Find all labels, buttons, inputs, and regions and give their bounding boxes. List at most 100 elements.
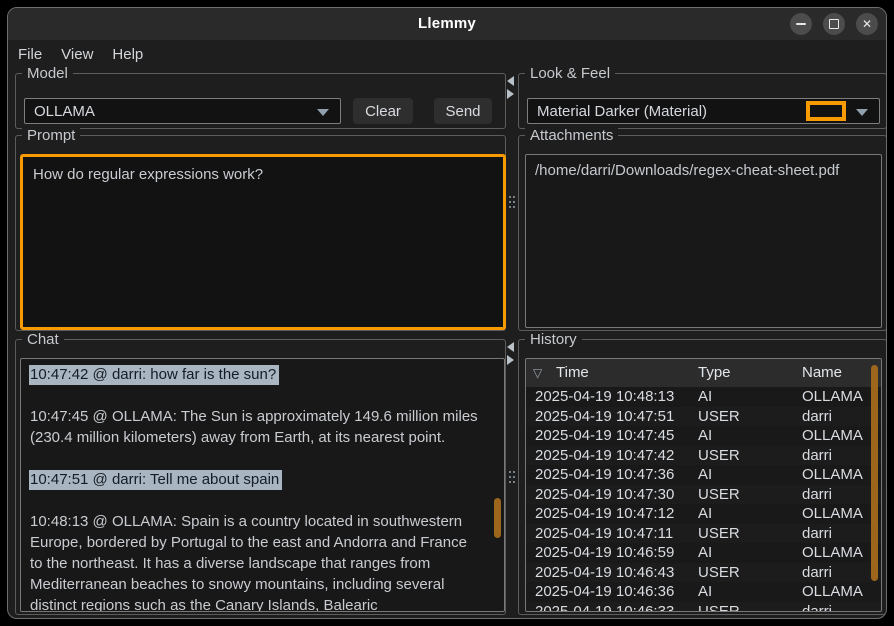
history-column-type[interactable]: Type [698, 359, 731, 387]
history-row[interactable]: 2025-04-19 10:47:51 USER darri [526, 407, 881, 427]
history-cell-time: 2025-04-19 10:47:30 [535, 485, 674, 505]
model-select[interactable]: OLLAMA [24, 98, 341, 124]
collapse-right-icon[interactable] [507, 355, 514, 365]
chat-message[interactable]: 10:48:13 @ OLLAMA: Spain is a country lo… [30, 511, 478, 612]
history-cell-name: darri [802, 446, 832, 466]
minimize-icon [796, 23, 806, 25]
splitter-grip-icon [509, 196, 511, 198]
splitter-collapse-arrows [507, 76, 514, 99]
history-row[interactable]: 2025-04-19 10:47:12AIOLLAMA [526, 504, 881, 524]
history-cell-type: USER [698, 563, 740, 583]
history-cell-time: 2025-04-19 10:47:12 [535, 504, 674, 524]
history-cell-name: darri [802, 563, 832, 583]
maximize-icon [829, 19, 839, 29]
history-table: ▽ Time Type Name 2025-04-19 10:48:13 AI OL… [525, 358, 882, 612]
history-group: History ▽ Time Type Name 2025-04-19 10:4… [518, 339, 887, 615]
minimize-button[interactable] [790, 13, 812, 35]
collapse-left-icon[interactable] [507, 342, 514, 352]
attachments-group-label: Attachments [525, 127, 618, 144]
titlebar[interactable]: Llemmy ✕ [8, 8, 886, 40]
history-column-name[interactable]: Name [802, 359, 842, 387]
history-cell-name: darri [802, 485, 832, 505]
history-row[interactable]: 2025-04-19 10:46:59AIOLLAMA [526, 543, 881, 563]
history-cell-type: USER [698, 446, 740, 466]
history-cell-type: USER [698, 524, 740, 544]
prompt-input[interactable]: How do regular expressions work? [20, 154, 506, 330]
window-controls: ✕ [790, 13, 878, 35]
chat-message[interactable]: 10:47:42 @ darri: how far is the sun? [30, 364, 478, 385]
history-cell-time: 2025-04-19 10:47:11 [535, 524, 673, 544]
chat-group: Chat 10:47:42 @ darri: how far is the su… [15, 339, 506, 615]
chat-messages: 10:47:42 @ darri: how far is the sun? 10:… [21, 359, 504, 612]
history-column-time[interactable]: Time [556, 359, 589, 387]
splitter-collapse-arrows [507, 342, 514, 365]
history-scrollbar-thumb[interactable] [871, 365, 878, 581]
splitter-grip-icon [509, 471, 511, 473]
prompt-group-label: Prompt [22, 127, 80, 144]
chat-message[interactable]: 10:47:45 @ OLLAMA: The Sun is approximat… [30, 406, 478, 448]
history-cell-time: 2025-04-19 10:46:59 [535, 543, 674, 563]
attachment-item[interactable]: /home/darri/Downloads/regex-cheat-sheet.… [526, 155, 881, 181]
send-button[interactable]: Send [434, 98, 492, 124]
window-title: Llemmy [8, 8, 886, 40]
bottom-splitter-handle[interactable] [506, 339, 518, 615]
history-cell-type: USER [698, 485, 740, 505]
history-group-label: History [525, 331, 582, 348]
history-cell-time: 2025-04-19 10:46:43 [535, 563, 674, 583]
top-splitter-handle[interactable] [506, 73, 518, 331]
attachments-list[interactable]: /home/darri/Downloads/regex-cheat-sheet.… [525, 154, 882, 328]
history-row[interactable]: 2025-04-19 10:47:36AIOLLAMA [526, 465, 881, 485]
history-cell-type: AI [698, 426, 712, 446]
close-button[interactable]: ✕ [856, 13, 878, 35]
history-cell-name: OLLAMA [802, 426, 863, 446]
history-cell-name: darri [802, 407, 832, 427]
look-and-feel-select[interactable]: Material Darker (Material) [527, 98, 880, 124]
history-cell-time: 2025-04-19 10:47:42 [535, 446, 674, 466]
history-row[interactable]: 2025-04-19 10:47:45 AI OLLAMA [526, 426, 881, 446]
model-selected-value: OLLAMA [25, 103, 95, 120]
menu-view[interactable]: View [61, 46, 93, 63]
chevron-down-icon [856, 109, 868, 116]
maximize-button[interactable] [823, 13, 845, 35]
menu-file[interactable]: File [18, 46, 42, 63]
history-cell-name: OLLAMA [802, 387, 863, 407]
look-and-feel-group: Look & Feel Material Darker (Material) [518, 73, 887, 129]
chat-scrollbar-thumb[interactable] [494, 498, 501, 538]
collapse-left-icon[interactable] [507, 76, 514, 86]
chat-log[interactable]: 10:47:42 @ darri: how far is the sun? 10:… [20, 358, 505, 612]
menu-help[interactable]: Help [112, 46, 143, 63]
history-row[interactable]: 2025-04-19 10:46:43 USER darri [526, 563, 881, 583]
history-row[interactable]: 2025-04-19 10:46:36 AI OLLAMA [526, 582, 881, 602]
history-row[interactable]: 2025-04-19 10:47:42 USER darri [526, 446, 881, 466]
history-cell-name: OLLAMA [802, 543, 863, 563]
focus-highlight [806, 101, 846, 121]
history-row[interactable]: 2025-04-19 10:48:13 AI OLLAMA [526, 387, 881, 407]
close-icon: ✕ [862, 18, 872, 30]
history-cell-time: 2025-04-19 10:48:13 [535, 387, 674, 407]
menubar: File View Help [8, 40, 886, 68]
chat-group-label: Chat [22, 331, 64, 348]
history-cell-type: USER [698, 602, 740, 613]
collapse-right-icon[interactable] [507, 89, 514, 99]
history-cell-time: 2025-04-19 10:47:51 [535, 407, 674, 427]
look-and-feel-selected-value: Material Darker (Material) [528, 103, 707, 120]
history-row[interactable]: 2025-04-19 10:47:30 USER darri [526, 485, 881, 505]
chat-message[interactable]: 10:47:51 @ darri: Tell me about spain [30, 469, 478, 490]
history-row[interactable]: 2025-04-19 10:46:33USERdarri [526, 602, 881, 613]
look-and-feel-group-label: Look & Feel [525, 65, 615, 82]
history-cell-name: darri [802, 602, 832, 613]
history-cell-name: OLLAMA [802, 582, 863, 602]
chevron-down-icon [317, 109, 329, 116]
history-cell-type: AI [698, 582, 712, 602]
sort-descending-icon[interactable]: ▽ [533, 359, 542, 387]
app-window: Llemmy ✕ File View Help Model OLLAMA Cle… [7, 7, 887, 619]
history-cell-type: AI [698, 387, 712, 407]
clear-button[interactable]: Clear [353, 98, 413, 124]
history-cell-type: USER [698, 407, 740, 427]
history-row[interactable]: 2025-04-19 10:47:11USERdarri [526, 524, 881, 544]
model-group-label: Model [22, 65, 73, 82]
history-cell-time: 2025-04-19 10:47:45 [535, 426, 674, 446]
model-group: Model OLLAMA Clear Send [15, 73, 506, 129]
history-cell-time: 2025-04-19 10:46:36 [535, 582, 674, 602]
history-rows: 2025-04-19 10:48:13AIOLLAMA2025-04-19 10… [526, 387, 881, 612]
